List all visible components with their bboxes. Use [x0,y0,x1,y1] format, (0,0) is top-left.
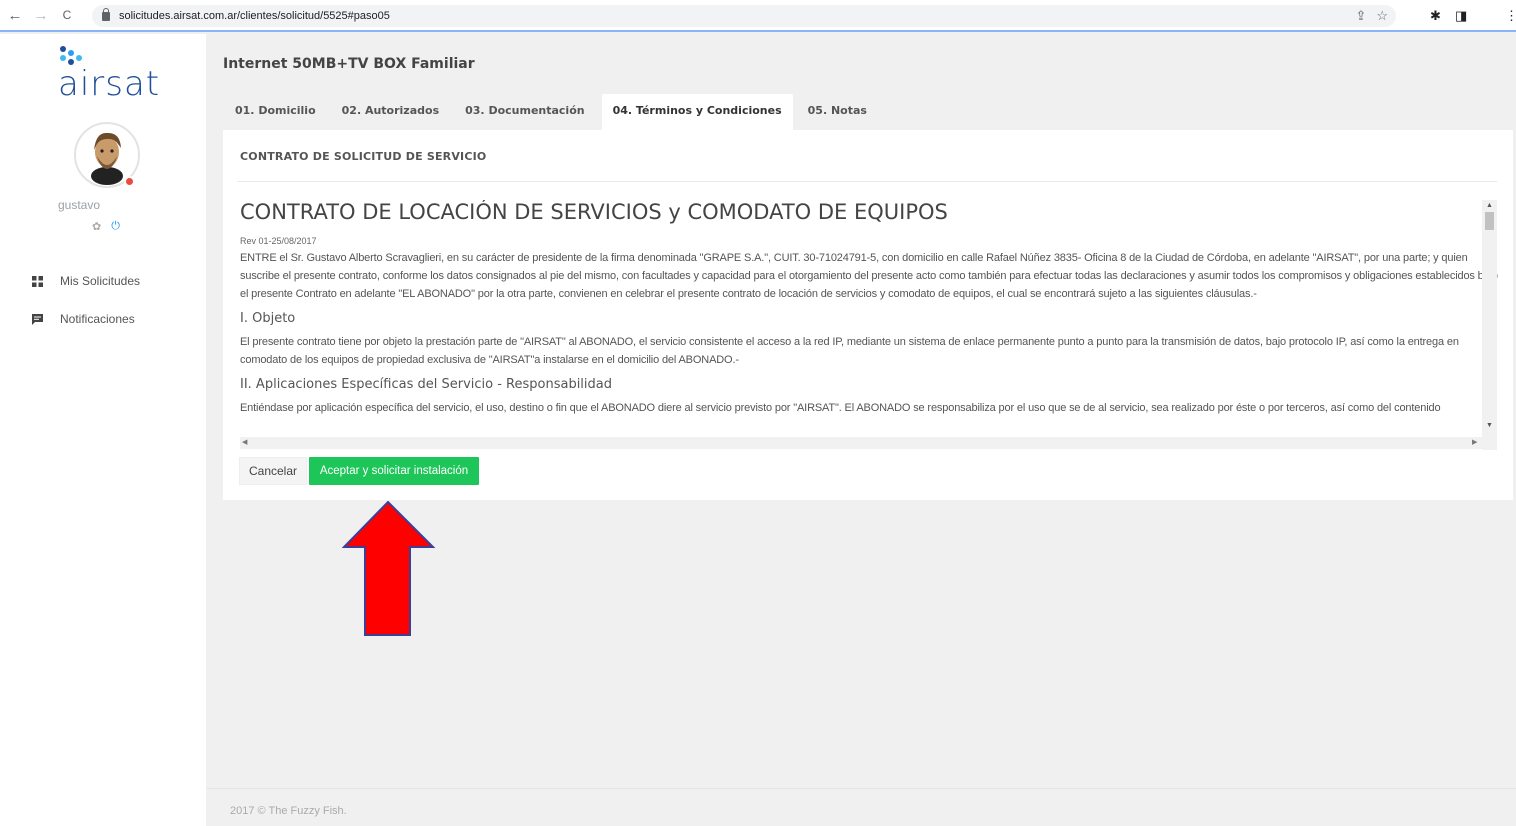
tab-bar: 01. Domicilio 02. Autorizados 03. Docume… [224,94,882,130]
url-text[interactable]: solicitudes.airsat.com.ar/clientes/solic… [119,10,390,22]
revision-label: Rev 01-25/08/2017 [240,236,317,246]
tab-domicilio[interactable]: 01. Domicilio [224,94,327,130]
section-text: Entiéndase por aplicación específica del… [240,402,1441,414]
contract-text-area[interactable]: CONTRATO DE LOCACIÓN DE SERVICIOS y COMO… [240,200,1498,450]
divider [237,181,1497,182]
contract-heading: CONTRATO DE LOCACIÓN DE SERVICIOS y COMO… [240,200,948,224]
main-content: Internet 50MB+TV BOX Familiar 01. Domici… [206,34,1516,826]
sidebar-item-label: Notificaciones [60,312,135,326]
extensions-icon[interactable]: ✱ [1430,8,1441,24]
gear-icon[interactable]: ✿ [92,220,101,233]
cancel-button[interactable]: Cancelar [239,457,307,485]
message-icon [32,313,43,325]
share-icon[interactable]: ⇪ [1355,8,1366,24]
airsat-logo[interactable]: airsat [58,46,178,104]
tab-documentacion[interactable]: 03. Documentación [454,94,595,130]
browser-toolbar: ← → C solicitudes.airsat.com.ar/clientes… [0,0,1516,32]
sidebar-item-mis-solicitudes[interactable]: Mis Solicitudes [32,274,140,288]
tab-terminos-y-condiciones[interactable]: 04. Términos y Condiciones [601,94,793,130]
footer: 2017 © The Fuzzy Fish. [206,788,1516,826]
scroll-left-icon[interactable]: ◀ [242,437,247,449]
scroll-right-icon[interactable]: ▶ [1472,437,1477,449]
accept-request-installation-button[interactable]: Aceptar y solicitar instalación [309,457,479,485]
section-text: El presente contrato tiene por objeto la… [240,336,1459,366]
tab-notas[interactable]: 05. Notas [797,94,878,130]
back-icon[interactable]: ← [4,7,26,24]
avatar[interactable] [74,122,140,188]
horizontal-scrollbar[interactable]: ◀ ▶ [240,437,1482,449]
sidebar-item-notificaciones[interactable]: Notificaciones [32,312,135,326]
sidebar: airsat gustavo ✿ ⏻ Mis Solicitudes Notif… [0,34,206,826]
scroll-up-icon[interactable]: ▲ [1486,202,1493,209]
bookmark-star-icon[interactable]: ☆ [1376,8,1388,24]
footer-text: 2017 © The Fuzzy Fish. [230,805,347,817]
lock-icon [102,7,110,21]
reload-icon[interactable]: C [56,8,78,22]
scroll-down-icon[interactable]: ▼ [1486,422,1493,429]
browser-menu-icon[interactable]: ⋮ [1505,8,1516,24]
section-title: I. Objeto [240,311,296,326]
side-panel-icon[interactable]: ◨ [1455,8,1467,24]
card-title: CONTRATO DE SOLICITUD DE SERVICIO [240,150,487,163]
vertical-scrollbar[interactable]: ▲ ▼ [1482,200,1497,450]
contract-intro: ENTRE el Sr. Gustavo Alberto Scravaglier… [240,252,1498,300]
forward-icon[interactable]: → [30,7,52,24]
scroll-thumb[interactable] [1485,212,1494,230]
contract-card: CONTRATO DE SOLICITUD DE SERVICIO CONTRA… [223,130,1513,500]
tab-autorizados[interactable]: 02. Autorizados [331,94,450,130]
address-bar[interactable]: solicitudes.airsat.com.ar/clientes/solic… [92,5,1396,27]
page-title: Internet 50MB+TV BOX Familiar [223,56,475,72]
status-dot [124,176,135,187]
power-icon[interactable]: ⏻ [111,220,120,233]
username: gustavo [58,198,101,212]
logo-text: airsat [58,64,161,104]
grid-icon [32,275,43,287]
red-up-arrow-icon [342,500,436,636]
section-title: II. Aplicaciones Específicas del Servici… [240,377,612,392]
sidebar-item-label: Mis Solicitudes [60,274,141,288]
